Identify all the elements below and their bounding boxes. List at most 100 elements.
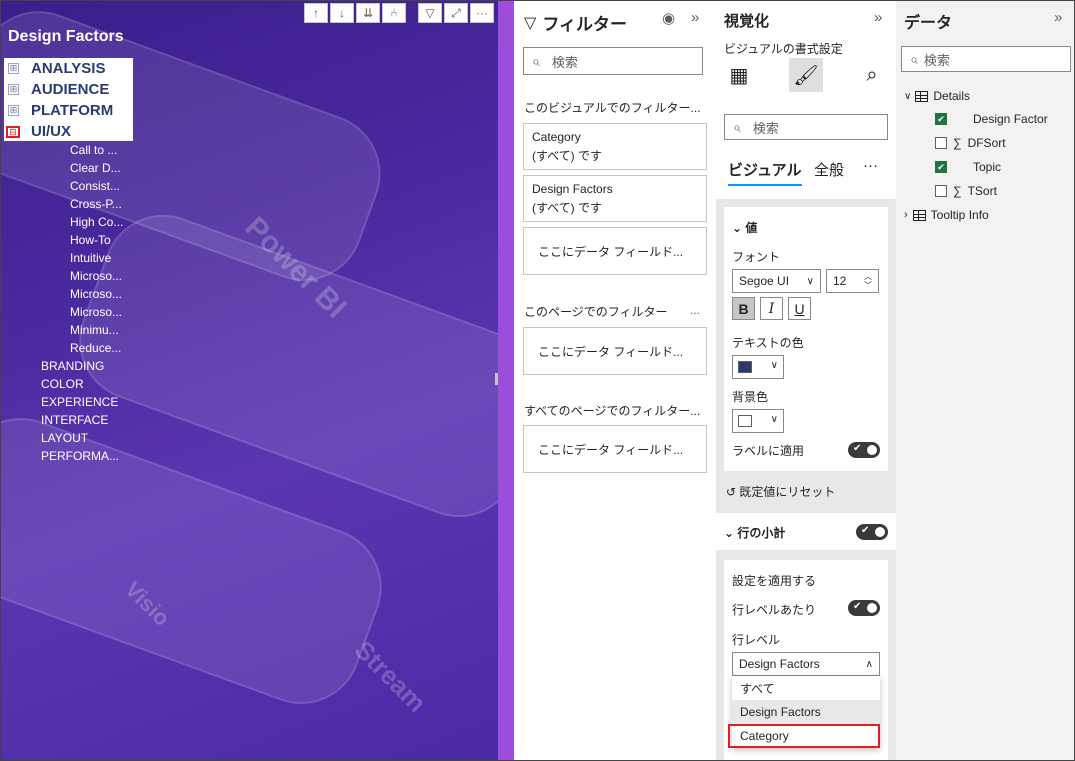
text-color-picker[interactable]: ∨ — [732, 355, 784, 379]
canvas-edge-bar — [498, 1, 514, 760]
funnel-icon: ▽ — [524, 14, 537, 32]
field-checkbox[interactable]: ✔ — [935, 113, 947, 125]
dropdown-option-category[interactable]: Category — [728, 724, 880, 748]
field-name: Topic — [973, 160, 1002, 174]
matrix-category-row[interactable]: LAYOUT — [41, 431, 88, 445]
matrix-row-uiux[interactable]: ⊟ UI/UX — [4, 121, 133, 142]
visual-header-toolbar: ↑ ↓ ⇊ ⑃ ▽ ⤢ ··· — [304, 3, 494, 23]
tab-general[interactable]: 全般 — [814, 159, 844, 180]
field-name: DFSort — [967, 136, 1006, 150]
values-section-header[interactable]: ⌄ 値 — [732, 219, 757, 236]
format-brush-icon[interactable]: 🖌 — [789, 58, 823, 92]
matrix-category-row[interactable]: EXPERIENCE — [41, 395, 118, 409]
field-topic[interactable]: ✔ Topic — [935, 156, 1001, 178]
font-family-select[interactable]: Segoe UI ∨ — [732, 269, 821, 293]
bold-button[interactable]: B — [732, 297, 755, 320]
chevron-down-icon: ⌄ — [732, 221, 746, 235]
filter-card-design-factors[interactable]: Design Factors (すべて) です — [523, 175, 707, 222]
drop-field-zone[interactable]: ここにデータ フィールド... — [523, 425, 707, 473]
per-row-level-label: 行レベルあたり — [732, 603, 817, 617]
field-design-factor[interactable]: ✔ Design Factor — [935, 108, 1048, 130]
filter-search-input[interactable]: ⌕ 検索 — [523, 47, 703, 75]
arrow-up-icon[interactable]: ↑ — [304, 3, 328, 23]
row-label: ANALYSIS — [31, 60, 106, 77]
font-size-stepper[interactable]: 12 ︿ ﹀ — [826, 269, 879, 293]
search-placeholder: 検索 — [923, 52, 950, 68]
search-icon: ⌕ — [910, 50, 918, 67]
matrix-child-row[interactable]: Intuitive — [70, 251, 111, 265]
more-options-icon[interactable]: ··· — [863, 157, 878, 174]
sigma-icon: ∑ — [953, 136, 962, 150]
table-node-tooltip-info[interactable]: › Tooltip Info — [904, 204, 989, 226]
matrix-row-audience[interactable]: ⊞ AUDIENCE — [4, 79, 133, 100]
matrix-child-row[interactable]: Consist... — [70, 179, 120, 193]
reset-to-default-link[interactable]: ↺ 既定値にリセット — [726, 483, 835, 500]
dropdown-option-design-factors[interactable]: Design Factors — [732, 700, 880, 724]
focus-mode-icon[interactable]: ⤢ — [444, 3, 468, 23]
matrix-child-row[interactable]: Call to ... — [70, 143, 117, 157]
field-tsort[interactable]: ∑ TSort — [935, 180, 997, 202]
collapse-pane-icon[interactable]: » — [874, 9, 882, 26]
field-checkbox[interactable] — [935, 137, 947, 149]
italic-button[interactable]: I — [760, 297, 783, 320]
dropdown-option-all[interactable]: すべて — [732, 676, 880, 700]
per-row-level-toggle[interactable]: ✔ — [848, 600, 880, 616]
matrix-category-row[interactable]: PERFORMA... — [41, 449, 119, 463]
all-pages-filters-heading: すべてのページでのフィルター... — [524, 404, 701, 418]
background-color-picker[interactable]: ∨ — [732, 409, 784, 433]
matrix-row-analysis[interactable]: ⊞ ANALYSIS — [4, 58, 133, 79]
matrix-child-row[interactable]: High Co... — [70, 215, 123, 229]
expand-icon[interactable]: ⊞ — [8, 63, 19, 74]
matrix-category-row[interactable]: BRANDING — [41, 359, 104, 373]
data-pane-title: データ — [904, 15, 953, 32]
expand-icon[interactable]: ⊞ — [8, 105, 19, 116]
matrix-child-row[interactable]: Clear D... — [70, 161, 121, 175]
apply-to-labels-toggle[interactable]: ✔ — [848, 442, 880, 458]
expand-icon[interactable]: ⊞ — [8, 84, 19, 95]
row-label: UI/UX — [31, 123, 72, 140]
matrix-child-row[interactable]: How-To — [70, 233, 111, 247]
row-subtotals-header[interactable]: ⌄ 行の小計 — [724, 524, 785, 541]
format-search-input[interactable]: ⌕ 検索 — [724, 114, 888, 140]
matrix-category-row[interactable]: COLOR — [41, 377, 84, 391]
report-canvas[interactable]: Power BI Visio Stream ↑ ↓ ⇊ ⑃ ▽ ⤢ ··· De… — [1, 1, 498, 760]
matrix-child-row[interactable]: Cross-P... — [70, 197, 122, 211]
filter-field-value: (すべて) です — [532, 149, 603, 163]
data-search-input[interactable]: ⌕ 検索 — [901, 46, 1071, 72]
eye-icon[interactable]: ◉ — [662, 9, 675, 27]
field-checkbox[interactable] — [935, 185, 947, 197]
more-options-icon[interactable]: ··· — [470, 3, 494, 23]
row-level-select[interactable]: Design Factors ∧ — [732, 652, 880, 676]
expand-hierarchy-icon[interactable]: ⑃ — [382, 3, 406, 23]
table-icon — [912, 209, 926, 221]
row-subtotals-toggle[interactable]: ✔ — [856, 524, 888, 540]
search-placeholder: 検索 — [752, 120, 779, 136]
matrix-child-row[interactable]: Reduce... — [70, 341, 121, 355]
more-options-icon[interactable]: ... — [690, 303, 700, 317]
matrix-child-row[interactable]: Microso... — [70, 287, 122, 301]
underline-button[interactable]: U — [788, 297, 811, 320]
build-visual-icon[interactable]: ▦ — [722, 58, 756, 92]
arrow-down-icon[interactable]: ↓ — [330, 3, 354, 23]
collapse-pane-icon[interactable]: » — [1054, 9, 1062, 26]
matrix-child-row[interactable]: Minimu... — [70, 323, 119, 337]
matrix-child-row[interactable]: Microso... — [70, 305, 122, 319]
matrix-row-platform[interactable]: ⊞ PLATFORM — [4, 100, 133, 121]
field-checkbox[interactable]: ✔ — [935, 161, 947, 173]
filter-icon[interactable]: ▽ — [418, 3, 442, 23]
filter-field-value: (すべて) です — [532, 201, 603, 215]
sigma-icon: ∑ — [953, 184, 962, 198]
field-dfsort[interactable]: ∑ DFSort — [935, 132, 1006, 154]
matrix-child-row[interactable]: Microso... — [70, 269, 122, 283]
matrix-category-row[interactable]: INTERFACE — [41, 413, 108, 427]
collapse-icon[interactable]: ⊟ — [6, 125, 20, 138]
filter-card-category[interactable]: Category (すべて) です — [523, 123, 707, 170]
table-node-details[interactable]: ∨ Details — [904, 85, 970, 107]
collapse-pane-icon[interactable]: » — [691, 9, 699, 26]
search-placeholder: 検索 — [551, 54, 578, 70]
tab-visual[interactable]: ビジュアル — [728, 159, 802, 186]
analytics-magnifier-icon[interactable]: ⌕ — [855, 58, 889, 92]
double-arrow-down-icon[interactable]: ⇊ — [356, 3, 380, 23]
drop-field-zone[interactable]: ここにデータ フィールド... — [523, 327, 707, 375]
drop-field-zone[interactable]: ここにデータ フィールド... — [523, 227, 707, 275]
